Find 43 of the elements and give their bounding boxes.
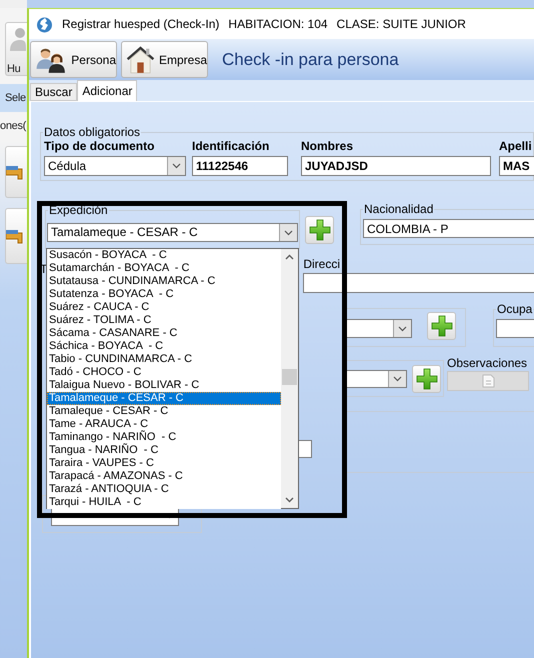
- group-title: Ocupa: [496, 302, 534, 316]
- menu-bar: [0, 0, 27, 8]
- field-label: Nombres: [301, 139, 354, 153]
- tab[interactable]: Adicionar: [77, 80, 138, 101]
- plus-icon: [308, 219, 330, 241]
- field-label: Identificación: [192, 139, 270, 153]
- toolbar-button[interactable]: Persona: [30, 41, 117, 78]
- window-title: Registrar huesped (Check-In): [62, 17, 220, 31]
- room-number: HABITACION: 104: [228, 17, 328, 31]
- document-icon: [482, 374, 494, 388]
- plus-icon: [430, 315, 452, 337]
- add-button[interactable]: [305, 216, 334, 244]
- group-title: Datos obligatorios: [43, 125, 142, 139]
- room-class: CLASE: SUITE JUNIOR: [336, 17, 466, 31]
- text-field[interactable]: 11122546: [192, 156, 288, 176]
- scrollbar[interactable]: [281, 249, 298, 508]
- toolbar-button-label: Hu: [6, 63, 20, 75]
- scrollbar-thumb[interactable]: [282, 369, 297, 385]
- dropdown-field[interactable]: Cédula: [44, 156, 186, 176]
- scroll-up-icon: [285, 254, 294, 260]
- list-item[interactable]: Tarqui - HUILA - C: [47, 496, 281, 509]
- text-field[interactable]: MAS: [499, 156, 534, 176]
- app-logo-icon: [36, 16, 53, 32]
- tab[interactable]: Buscar: [30, 83, 78, 101]
- field-label: Tipo de documento: [44, 139, 156, 153]
- plus-icon: [416, 368, 438, 390]
- group-title: Expedición: [48, 203, 109, 217]
- field-label: Observaciones: [447, 356, 528, 370]
- group-title: Nacionalidad: [363, 202, 434, 216]
- field-label: Apelli: [499, 139, 533, 153]
- list-item[interactable]: Tamalameque - CESAR - C: [47, 392, 281, 405]
- toolbar-button[interactable]: Empresa: [121, 41, 208, 78]
- dropdown-field[interactable]: Tamalameque - CESAR - C: [47, 223, 298, 242]
- page-heading: Check -in para persona: [222, 50, 399, 70]
- text-field[interactable]: JUYADJSD: [301, 156, 491, 176]
- selector-label: Sele: [4, 92, 26, 104]
- column-header: ones(: [0, 120, 26, 132]
- add-button[interactable]: [412, 365, 441, 393]
- field-label: Direcci: [303, 257, 342, 271]
- text-field[interactable]: COLOMBIA - P: [363, 219, 534, 238]
- add-button[interactable]: [427, 312, 456, 340]
- text-field[interactable]: [303, 273, 534, 293]
- scroll-down-icon: [285, 497, 294, 503]
